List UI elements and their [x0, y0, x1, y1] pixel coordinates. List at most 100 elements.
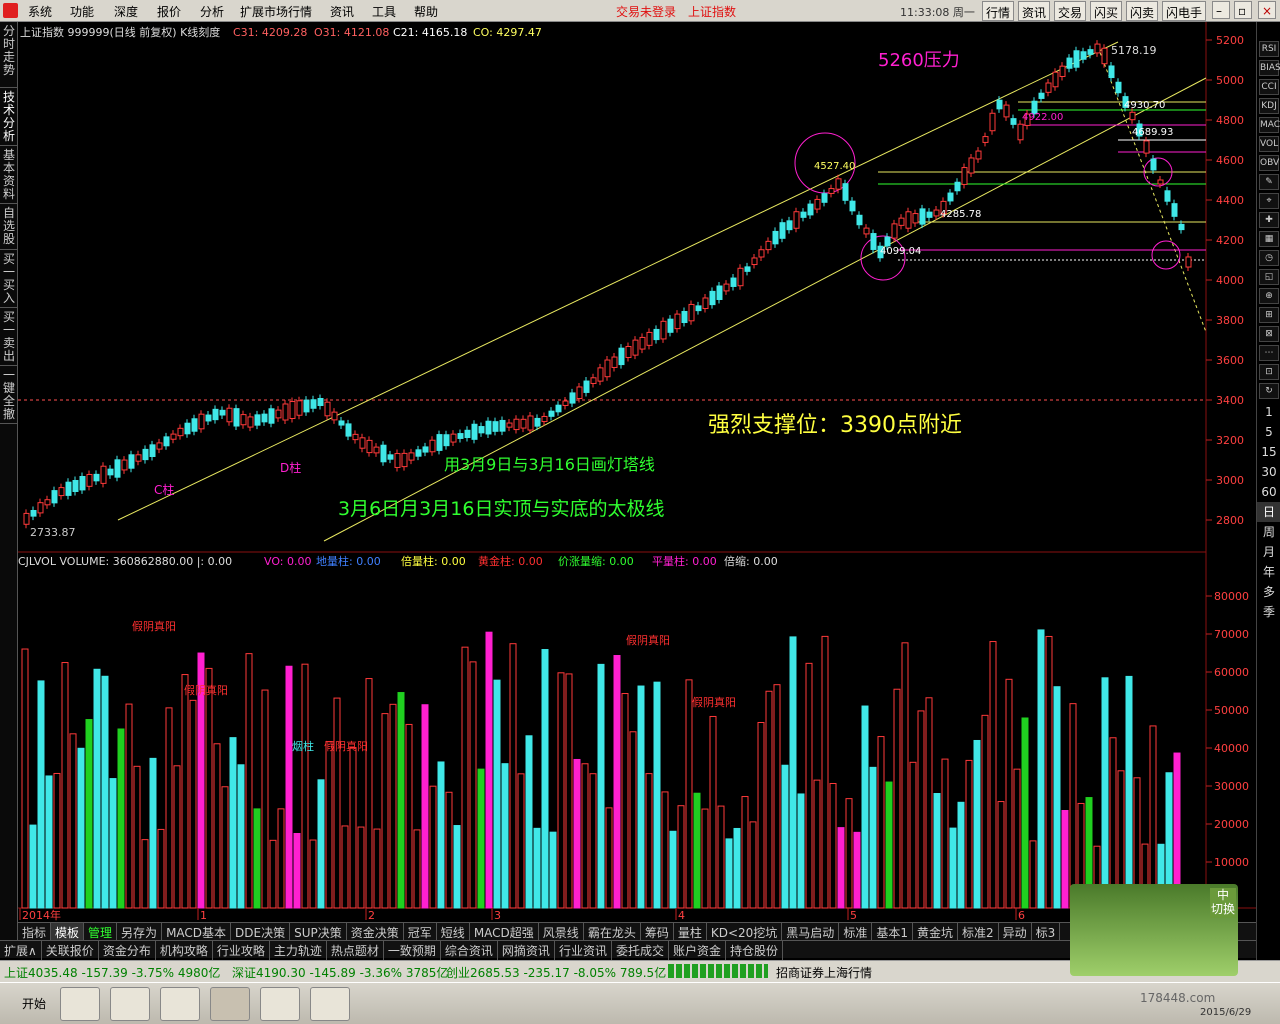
menu-news[interactable]: 资讯 [330, 3, 354, 20]
trade-button[interactable]: 交易 [1054, 1, 1087, 21]
menu-function[interactable]: 功能 [70, 3, 94, 20]
app-icon-2[interactable] [260, 987, 300, 1021]
flash-hand-button[interactable]: 闪电手 [1162, 1, 1207, 21]
period-year[interactable]: 年 [1257, 562, 1280, 582]
tool-button-12[interactable]: ↻ [1259, 383, 1279, 399]
quote-button[interactable]: 行情 [982, 1, 1015, 21]
candle-body [359, 437, 366, 449]
restore-icon[interactable]: ▫ [1234, 1, 1252, 19]
period-5min[interactable]: 5 [1257, 422, 1280, 442]
candle-body [1045, 82, 1052, 93]
switch-badge[interactable]: 中 切换 [1210, 888, 1236, 918]
tool-button-1[interactable]: ✎ [1259, 174, 1279, 190]
vol-button[interactable]: VOL [1259, 136, 1279, 152]
tab-watchlist[interactable]: 自选股 [0, 204, 18, 250]
stock-app-icon[interactable] [210, 987, 250, 1021]
tool-button-2[interactable]: ⌖ [1259, 193, 1279, 209]
info-tab[interactable]: 资金分布 [99, 941, 156, 960]
menu-tools[interactable]: 工具 [372, 3, 396, 20]
candle-body [765, 240, 772, 251]
candle-body [205, 414, 212, 422]
menu-help[interactable]: 帮助 [414, 3, 438, 20]
period-multi[interactable]: 多 [1257, 582, 1280, 602]
bias-button[interactable]: BIAS [1259, 60, 1280, 76]
macd-button[interactable]: MACD [1259, 117, 1280, 133]
tool-button-9[interactable]: ⊠ [1259, 326, 1279, 342]
fake-yin-label-4: 假阴真阳 [626, 633, 670, 647]
period-30min[interactable]: 30 [1257, 462, 1280, 482]
candle-body [422, 446, 429, 453]
period-60min[interactable]: 60 [1257, 482, 1280, 502]
app-icon-3[interactable] [310, 987, 350, 1021]
menu-system[interactable]: 系统 [28, 3, 52, 20]
flash-sell-button[interactable]: 闪卖 [1126, 1, 1159, 21]
candle-body [856, 214, 863, 226]
tab-tech-analysis[interactable]: 技术分析 [0, 88, 18, 146]
candle-body [338, 420, 345, 426]
tool-button-10[interactable]: ⋯ [1259, 345, 1279, 361]
obv-button[interactable]: OBV [1259, 155, 1279, 171]
info-tab[interactable]: 委托成交 [612, 941, 669, 960]
info-tab[interactable]: 主力轨迹 [270, 941, 327, 960]
tab-intraday[interactable]: 分时走势 [0, 22, 18, 88]
candle-body [849, 200, 856, 212]
sh-index-status[interactable]: 上证4035.48 -157.39 -3.75% 4980亿 [4, 964, 220, 981]
tab-buy1-buy[interactable]: 买一买入 [0, 250, 18, 308]
volume-bar [1037, 629, 1045, 909]
info-tab[interactable]: 热点题材 [327, 941, 384, 960]
cy-index-status[interactable]: 创业2685.53 -235.17 -8.05% 789.5亿 [446, 964, 666, 981]
menu-analysis[interactable]: 分析 [200, 3, 224, 20]
tool-button-3[interactable]: ✚ [1259, 212, 1279, 228]
period-month[interactable]: 月 [1257, 542, 1280, 562]
volume-bar [861, 705, 869, 909]
sz-index-status[interactable]: 深证4190.30 -145.89 -3.36% 3785亿 [232, 964, 448, 981]
period-week[interactable]: 周 [1257, 522, 1280, 542]
tool-button-8[interactable]: ⊞ [1259, 307, 1279, 323]
candle-body [191, 418, 198, 432]
info-tab[interactable]: 一致预期 [384, 941, 441, 960]
volume-bar [1029, 840, 1037, 909]
info-tab[interactable]: 账户资金 [669, 941, 726, 960]
period-quarter[interactable]: 季 [1257, 602, 1280, 622]
rsi-button[interactable]: RSI [1259, 41, 1279, 57]
info-tab[interactable]: 扩展∧ [0, 941, 42, 960]
menu-quote[interactable]: 报价 [157, 3, 181, 20]
ie-icon[interactable] [60, 987, 100, 1021]
menu-ext-market[interactable]: 扩展市场行情 [240, 3, 312, 20]
menu-depth[interactable]: 深度 [114, 3, 138, 20]
start-button[interactable]: 开始 [4, 991, 54, 1017]
tab-buy1-sell[interactable]: 买一卖出 [0, 308, 18, 366]
info-tab[interactable]: 网摘资讯 [498, 941, 555, 960]
period-1min[interactable]: 1 [1257, 402, 1280, 422]
mail-icon[interactable] [160, 987, 200, 1021]
floating-widget-image[interactable]: 中 切换 [1070, 884, 1238, 976]
info-tab[interactable]: 机构攻略 [156, 941, 213, 960]
tool-button-5[interactable]: ◷ [1259, 250, 1279, 266]
info-tab[interactable]: 关联报价 [42, 941, 99, 960]
info-tab[interactable]: 行业攻略 [213, 941, 270, 960]
info-tab[interactable]: 持仓股份 [726, 941, 783, 960]
tool-button-7[interactable]: ⊕ [1259, 288, 1279, 304]
tool-button-4[interactable]: ▦ [1259, 231, 1279, 247]
period-day[interactable]: 日 [1257, 502, 1280, 522]
tab-cancel-all[interactable]: 一键全撤 [0, 366, 18, 424]
flash-buy-button[interactable]: 闪买 [1090, 1, 1123, 21]
close-icon[interactable]: × [1258, 1, 1276, 19]
tool-button-6[interactable]: ◱ [1259, 269, 1279, 285]
folder-icon[interactable] [110, 987, 150, 1021]
cci-button[interactable]: CCI [1259, 79, 1279, 95]
kdj-button[interactable]: KDJ [1259, 98, 1279, 114]
tool-button-11[interactable]: ⊡ [1259, 364, 1279, 380]
trade-status[interactable]: 交易未登录 [616, 3, 676, 20]
minimize-icon[interactable]: – [1212, 1, 1230, 19]
volume-bar [549, 831, 557, 909]
tab-fundamentals[interactable]: 基本资料 [0, 146, 18, 204]
pressure-annotation: 5260压力 [878, 50, 960, 71]
volume-bar [1125, 675, 1133, 909]
news-button[interactable]: 资讯 [1018, 1, 1051, 21]
candle-body [548, 410, 555, 417]
kline-chart[interactable]: 5200500048004600440042004000380036003400… [18, 22, 1256, 922]
period-15min[interactable]: 15 [1257, 442, 1280, 462]
info-tab[interactable]: 行业资讯 [555, 941, 612, 960]
info-tab[interactable]: 综合资讯 [441, 941, 498, 960]
